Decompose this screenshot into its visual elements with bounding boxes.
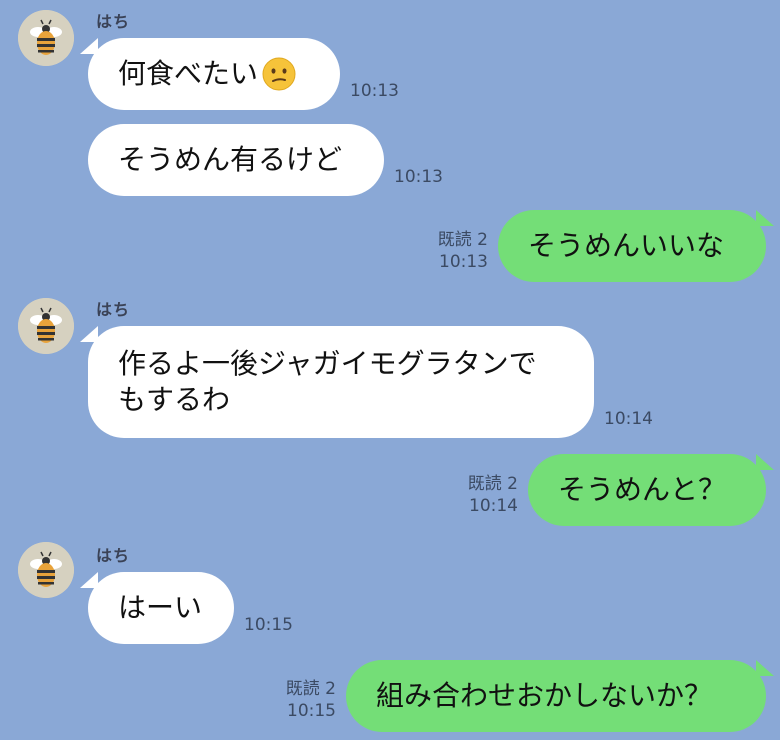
message-bubble-incoming[interactable]: 作るよ一後ジャガイモグラタンで もするわ — [88, 326, 594, 438]
read-receipt: 既読 2 — [437, 230, 488, 250]
message-text: 組み合わせおかしないか？ — [376, 679, 713, 712]
avatar-hachi[interactable] — [18, 542, 74, 598]
message-meta: 既読 2 10:14 — [440, 473, 518, 517]
message-text: はーい — [118, 591, 203, 624]
avatar-hachi[interactable] — [18, 10, 74, 66]
message-time: 10:15 — [244, 615, 293, 635]
message-bubble-outgoing[interactable]: そうめんいいな — [498, 210, 766, 282]
message-time: 10:15 — [287, 701, 336, 721]
message-time: 10:13 — [439, 252, 488, 272]
message-bubble-outgoing[interactable]: そうめんと？ — [528, 454, 766, 526]
message-bubble-outgoing[interactable]: 組み合わせおかしないか？ — [346, 660, 766, 732]
message-text: 何食べたい — [118, 57, 259, 90]
avatar-hachi[interactable] — [18, 298, 74, 354]
message-bubble-incoming[interactable]: 何食べたい — [88, 38, 340, 110]
bee-avatar-icon — [18, 542, 74, 598]
sender-name: はち — [96, 12, 131, 31]
bee-avatar-icon — [18, 10, 74, 66]
message-meta: 既読 2 10:13 — [410, 229, 488, 273]
message-time: 10:13 — [394, 167, 443, 187]
message-text: そうめん有るけど — [118, 143, 343, 176]
message-meta: 既読 2 10:15 — [258, 678, 336, 722]
message-text: そうめんと？ — [558, 473, 727, 506]
bubble-tail — [756, 660, 774, 676]
bubble-tail — [756, 210, 774, 226]
read-receipt: 既読 2 — [285, 679, 336, 699]
message-time: 10:13 — [350, 81, 399, 101]
message-bubble-incoming[interactable]: そうめん有るけど — [88, 124, 384, 196]
message-text-line: 作るよ一後ジャガイモグラタンで — [118, 347, 537, 380]
message-text: そうめんいいな — [528, 229, 725, 262]
bubble-tail — [756, 454, 774, 470]
message-time: 10:14 — [469, 496, 518, 516]
sender-name: はち — [96, 546, 131, 565]
message-time: 10:14 — [604, 409, 653, 429]
chat-area[interactable]: はち 何食べたい 10:13 そうめん有るけど 10:13 既読 2 10:13… — [0, 0, 780, 740]
sender-name: はち — [96, 300, 131, 319]
confused-face-icon — [262, 57, 296, 91]
message-text-line: もするわ — [118, 383, 231, 416]
bee-avatar-icon — [18, 298, 74, 354]
read-receipt: 既読 2 — [467, 474, 518, 494]
message-bubble-incoming[interactable]: はーい — [88, 572, 234, 644]
